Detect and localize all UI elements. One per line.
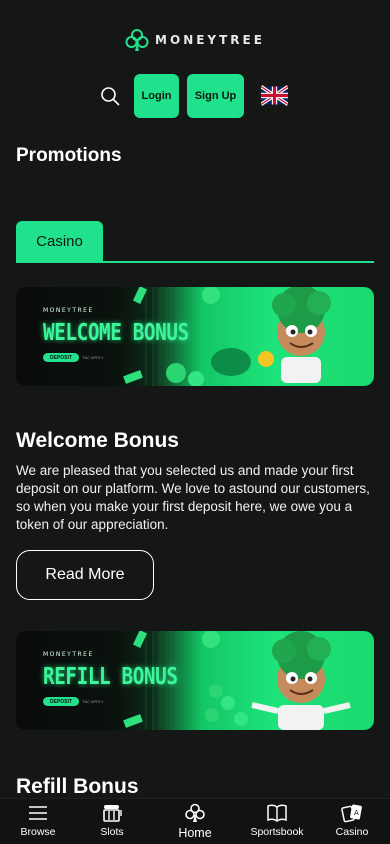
promo-title-welcome: Welcome Bonus bbox=[16, 429, 179, 452]
nav-slots[interactable]: Slots bbox=[77, 803, 147, 838]
banner-deposit-badge: DEPOSIT bbox=[43, 697, 79, 706]
nav-label: Sportsbook bbox=[250, 826, 304, 838]
nav-casino[interactable]: A Casino bbox=[317, 803, 387, 838]
login-button[interactable]: Login bbox=[134, 74, 179, 118]
tab-casino[interactable]: Casino bbox=[16, 221, 103, 261]
banner-deposit-badge: DEPOSIT bbox=[43, 353, 79, 362]
uk-flag-icon[interactable] bbox=[261, 85, 288, 106]
banner-brand: MONEYTREE bbox=[43, 651, 94, 658]
signup-button[interactable]: Sign Up bbox=[187, 74, 244, 118]
promo-description-welcome: We are pleased that you selected us and … bbox=[16, 463, 370, 532]
banner-title: WELCOME BONUS bbox=[43, 320, 189, 346]
logo-text: MONEYTREE bbox=[155, 33, 265, 47]
search-icon[interactable] bbox=[100, 86, 120, 106]
nav-browse[interactable]: Browse bbox=[3, 803, 73, 838]
nav-sportsbook[interactable]: Sportsbook bbox=[242, 803, 312, 838]
site-header: MONEYTREE Login Sign Up bbox=[0, 0, 390, 128]
book-icon bbox=[267, 804, 287, 822]
club-logo-icon bbox=[125, 29, 149, 51]
promo-title-refill: Refill Bonus bbox=[16, 775, 139, 798]
nav-home[interactable]: Home bbox=[160, 803, 230, 840]
nav-label: Slots bbox=[100, 826, 124, 838]
welcome-bonus-banner[interactable]: MONEYTREE WELCOME BONUS DEPOSIT T&C APPL… bbox=[16, 287, 374, 386]
banner-terms: T&C APPLY bbox=[82, 355, 104, 360]
club-icon bbox=[185, 803, 205, 822]
page-title: Promotions bbox=[16, 145, 122, 166]
nav-label: Browse bbox=[20, 826, 56, 838]
refill-bonus-banner[interactable]: MONEYTREE REFILL BONUS DEPOSIT T&C APPLY bbox=[16, 631, 374, 730]
svg-text:A: A bbox=[354, 809, 359, 817]
banner-terms: T&C APPLY bbox=[82, 699, 104, 704]
menu-icon bbox=[29, 806, 47, 820]
nav-label: Casino bbox=[335, 826, 369, 838]
moneytree-logo[interactable]: MONEYTREE bbox=[0, 28, 390, 52]
promotion-tabs: Casino bbox=[16, 221, 374, 263]
bottom-navigation: Browse Slots Home Sportsbook A Casino bbox=[0, 798, 390, 844]
slot-machine-icon bbox=[103, 805, 122, 822]
banner-brand: MONEYTREE bbox=[43, 307, 94, 314]
nav-label: Home bbox=[178, 826, 212, 840]
read-more-button[interactable]: Read More bbox=[16, 550, 154, 600]
banner-title: REFILL BONUS bbox=[43, 664, 178, 690]
cards-icon: A bbox=[341, 804, 362, 823]
